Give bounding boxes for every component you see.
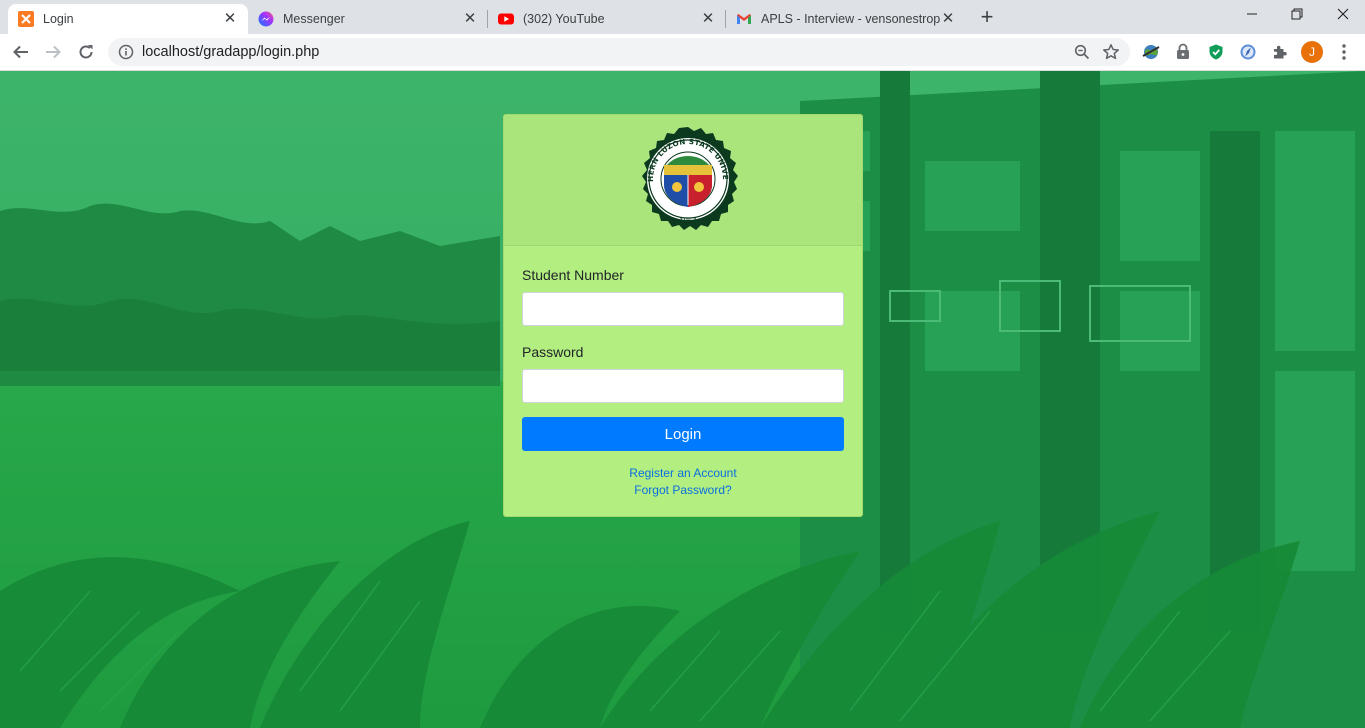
register-account-link[interactable]: Register an Account [504,466,862,480]
seal-year: 1964 [679,217,697,225]
card-header: 1964 SOUTHERN LUZON STATE UNIVERSITY [504,115,862,246]
extensions-puzzle-icon[interactable] [1270,42,1290,62]
login-card: 1964 SOUTHERN LUZON STATE UNIVERSITY Stu… [503,114,863,517]
xampp-icon [18,11,34,27]
tab-title: Login [43,12,74,26]
close-tab-icon[interactable]: ✕ [222,11,238,27]
zoom-icon[interactable] [1074,44,1090,65]
shield-extension-icon[interactable] [1206,42,1226,62]
login-page: 1964 SOUTHERN LUZON STATE UNIVERSITY Stu… [0,71,1365,728]
messenger-icon [258,11,274,27]
youtube-icon [498,11,514,27]
address-bar[interactable]: localhost/gradapp/login.php [108,38,1130,66]
tab-title: (302) YouTube [523,12,605,26]
tab-title: Messenger [283,12,345,26]
profile-avatar[interactable]: J [1301,41,1323,63]
browser-menu-icon[interactable] [1336,43,1352,61]
browser-toolbar: localhost/gradapp/login.php J [0,34,1365,71]
forward-button[interactable] [41,40,65,64]
tab-youtube[interactable]: (302) YouTube ✕ [488,4,726,34]
new-tab-button[interactable]: + [976,6,998,29]
back-button[interactable] [9,40,33,64]
student-number-input[interactable] [522,292,844,326]
reload-button[interactable] [74,40,98,64]
reload-icon [79,45,93,59]
gmail-icon [736,11,752,27]
password-label: Password [522,344,584,360]
tab-gmail[interactable]: APLS - Interview - vensonestropes ✕ [726,4,966,34]
back-arrow-icon [13,45,28,59]
lock-extension-icon[interactable] [1173,42,1193,62]
forgot-password-link[interactable]: Forgot Password? [504,483,862,497]
info-icon[interactable] [118,44,134,65]
url-text: localhost/gradapp/login.php [142,44,320,60]
university-seal-logo: 1964 SOUTHERN LUZON STATE UNIVERSITY [633,125,738,230]
close-tab-icon[interactable]: ✕ [462,11,478,27]
tab-bar: Login ✕ Messenger ✕ (302) YouTube ✕ APLS… [0,0,1365,34]
tab-login[interactable]: Login ✕ [8,4,248,34]
restore-button[interactable] [1285,5,1309,25]
student-number-label: Student Number [522,267,624,283]
close-tab-icon[interactable]: ✕ [700,11,716,27]
password-input[interactable] [522,369,844,403]
bookmark-star-icon[interactable] [1102,43,1120,66]
tab-messenger[interactable]: Messenger ✕ [248,4,488,34]
close-tab-icon[interactable]: ✕ [940,11,956,27]
login-button[interactable]: Login [522,417,844,451]
minimize-button[interactable] [1240,5,1264,25]
compass-extension-icon[interactable] [1238,42,1258,62]
forward-arrow-icon [46,45,61,59]
globe-extension-icon[interactable] [1141,42,1161,62]
close-window-button[interactable] [1331,5,1355,25]
tab-title: APLS - Interview - vensonestropes [761,12,940,26]
